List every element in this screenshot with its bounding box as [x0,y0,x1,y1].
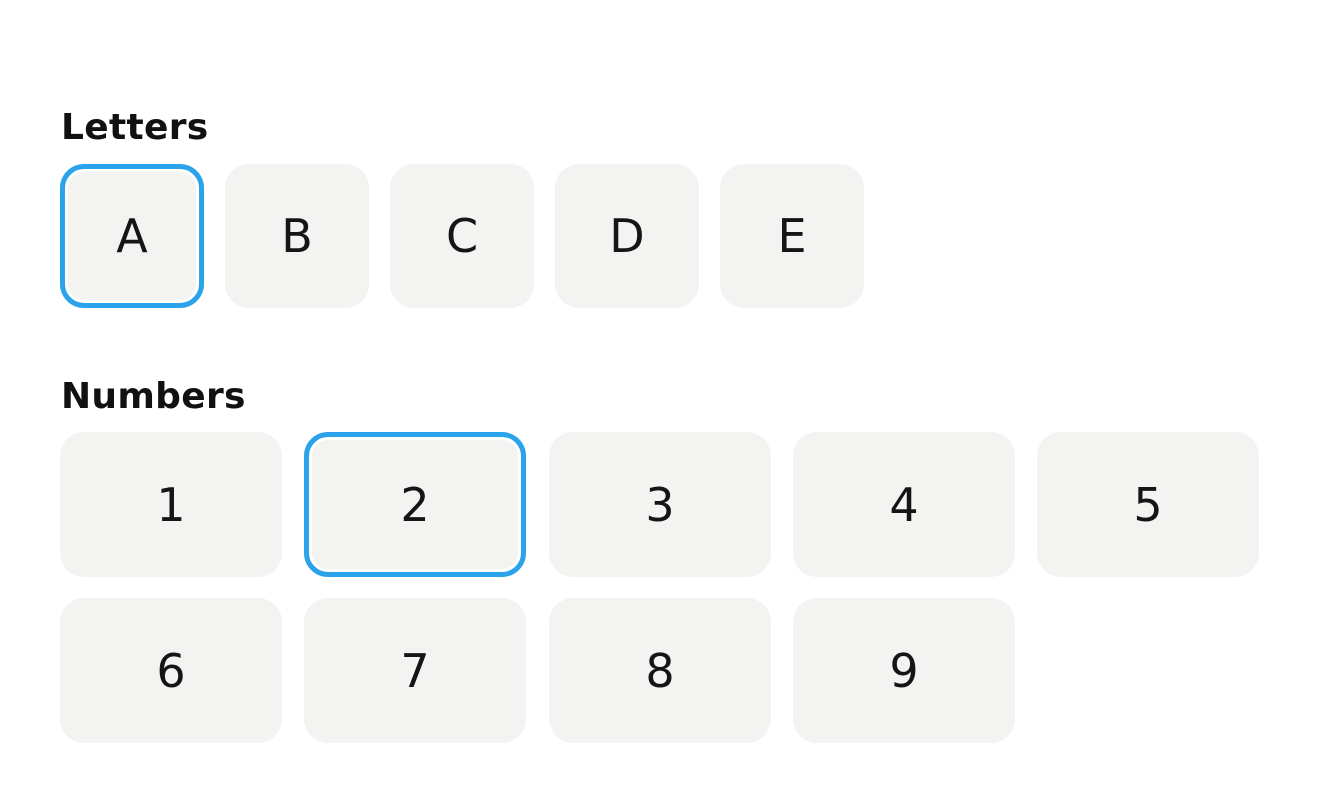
number-option-1[interactable]: 1 [60,432,282,577]
number-option-6[interactable]: 6 [60,598,282,743]
letter-option-e[interactable]: E [720,164,864,308]
letter-option-d[interactable]: D [555,164,699,308]
number-option-5[interactable]: 5 [1037,432,1259,577]
letter-option-c[interactable]: C [390,164,534,308]
letter-option-b[interactable]: B [225,164,369,308]
number-option-8[interactable]: 8 [549,598,771,743]
number-option-3[interactable]: 3 [549,432,771,577]
letter-option-a[interactable]: A [60,164,204,308]
letters-section-title: Letters [61,107,209,148]
number-option-4[interactable]: 4 [793,432,1015,577]
number-option-7[interactable]: 7 [304,598,526,743]
number-option-9[interactable]: 9 [793,598,1015,743]
numbers-section-title: Numbers [61,376,246,417]
number-option-2[interactable]: 2 [304,432,526,577]
